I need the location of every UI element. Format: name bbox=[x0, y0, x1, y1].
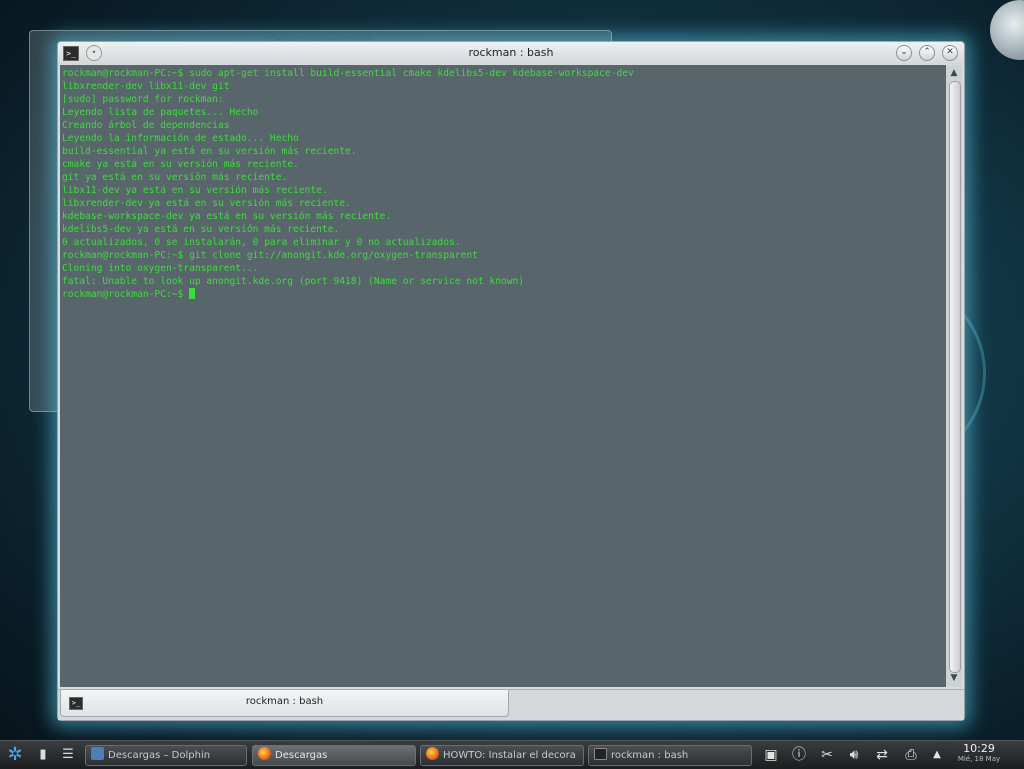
tray-expand-icon[interactable]: ▲ bbox=[926, 745, 948, 765]
clock-date: Mié, 18 May bbox=[957, 755, 1001, 763]
terminal-scrollbar[interactable]: ▲ ▼ bbox=[946, 65, 962, 687]
task-label: HOWTO: Instalar el decora bbox=[443, 750, 576, 761]
bookmark-icon[interactable]: ▮ bbox=[33, 745, 53, 765]
terminal-line: libxrender-dev ya está en su versión más… bbox=[62, 198, 351, 209]
kde-menu-icon[interactable]: ✲ bbox=[3, 745, 27, 765]
terminal-line: Leyendo lista de paquetes... Hecho bbox=[62, 107, 259, 118]
tab-rockman-bash[interactable]: >_ rockman : bash bbox=[60, 690, 509, 717]
task-firefox-howto[interactable]: HOWTO: Instalar el decora bbox=[420, 745, 584, 766]
terminal-output[interactable]: rockman@rockman-PC:~$ sudo apt-get insta… bbox=[60, 65, 946, 687]
task-dolphin[interactable]: Descargas – Dolphin bbox=[85, 745, 247, 766]
window-title: rockman : bash bbox=[468, 46, 554, 59]
terminal-line: git ya está en su versión más reciente. bbox=[62, 172, 288, 183]
clock[interactable]: 10:29 Mié, 18 May bbox=[955, 742, 1003, 764]
terminal-line: Cloning into oxygen-transparent... bbox=[62, 263, 259, 274]
terminal-line: build-essential ya está en su versión má… bbox=[62, 146, 357, 157]
terminal-line: [sudo] password for rockman: bbox=[62, 94, 224, 105]
terminal-line: Creando árbol de dependencias bbox=[62, 120, 230, 131]
terminal-line: fatal: Unable to look up anongit.kde.org… bbox=[62, 276, 525, 287]
close-button[interactable]: ✕ bbox=[942, 45, 958, 61]
task-label: Descargas bbox=[275, 750, 328, 761]
clock-time: 10:29 bbox=[963, 742, 995, 755]
minimize-button[interactable]: ⌄ bbox=[896, 45, 912, 61]
desktop-toolbox-icon[interactable] bbox=[990, 0, 1024, 60]
dolphin-icon bbox=[91, 747, 104, 760]
info-icon[interactable]: ⓘ bbox=[788, 745, 810, 765]
terminal-line: libx11-dev ya está en su versión más rec… bbox=[62, 185, 328, 196]
terminal-line: rockman@rockman-PC:~$ sudo apt-get insta… bbox=[62, 68, 634, 79]
printer-icon[interactable]: ⎙ bbox=[900, 745, 922, 765]
scroll-up-icon[interactable]: ▲ bbox=[948, 67, 960, 79]
terminal-line: cmake ya está en su versión más reciente… bbox=[62, 159, 299, 170]
task-konsole[interactable]: rockman : bash bbox=[588, 745, 752, 766]
terminal-line: 0 actualizados, 0 se instalarán, 0 para … bbox=[62, 237, 461, 248]
terminal-window[interactable]: >_ • rockman : bash ⌄ ⌃ ✕ rockman@rockma… bbox=[57, 41, 965, 721]
terminal-text: rockman@rockman-PC:~$ sudo apt-get insta… bbox=[60, 65, 946, 303]
terminal-icon bbox=[594, 748, 607, 760]
terminal-line: Leyendo la información de estado... Hech… bbox=[62, 133, 299, 144]
scroll-down-icon[interactable]: ▼ bbox=[948, 672, 960, 684]
close-icon: ✕ bbox=[946, 47, 954, 57]
taskbar: ✲ ▮ ☰ Descargas – Dolphin Descargas HOWT… bbox=[0, 740, 1024, 769]
terminal-cursor bbox=[189, 288, 196, 299]
chevron-down-icon: ⌄ bbox=[900, 47, 908, 57]
firefox-icon bbox=[426, 747, 439, 760]
terminal-line: kdebase-workspace-dev ya está en su vers… bbox=[62, 211, 392, 222]
task-label: Descargas – Dolphin bbox=[108, 750, 211, 761]
chevron-up-icon: ⌃ bbox=[923, 47, 931, 57]
task-firefox-descargas[interactable]: Descargas bbox=[252, 745, 416, 766]
tab-label: rockman : bash bbox=[245, 696, 324, 707]
window-titlebar[interactable]: >_ • rockman : bash ⌄ ⌃ ✕ bbox=[58, 42, 964, 64]
task-label: rockman : bash bbox=[611, 750, 689, 761]
network-icon[interactable]: ⇄ bbox=[871, 745, 893, 765]
terminal-line: libxrender-dev libx11-dev git bbox=[62, 81, 230, 92]
terminal-line: kdelibs5-dev ya está en su versión más r… bbox=[62, 224, 340, 235]
scissors-icon[interactable]: ✂ bbox=[816, 745, 838, 765]
terminal-prompt: rockman@rockman-PC:~$ bbox=[62, 289, 190, 300]
maximize-button[interactable]: ⌃ bbox=[919, 45, 935, 61]
scrollbar-handle[interactable] bbox=[949, 81, 961, 673]
screen-icon[interactable]: ▣ bbox=[760, 745, 782, 765]
terminal-line: rockman@rockman-PC:~$ git clone git://an… bbox=[62, 250, 478, 261]
tab-bar: >_ rockman : bash bbox=[58, 689, 964, 720]
firefox-icon bbox=[258, 747, 271, 760]
terminal-prompt-line[interactable]: rockman@rockman-PC:~$ bbox=[62, 288, 944, 301]
pager-icon[interactable]: ☰ bbox=[58, 745, 78, 765]
volume-icon[interactable]: 🔊︎ bbox=[843, 745, 865, 765]
